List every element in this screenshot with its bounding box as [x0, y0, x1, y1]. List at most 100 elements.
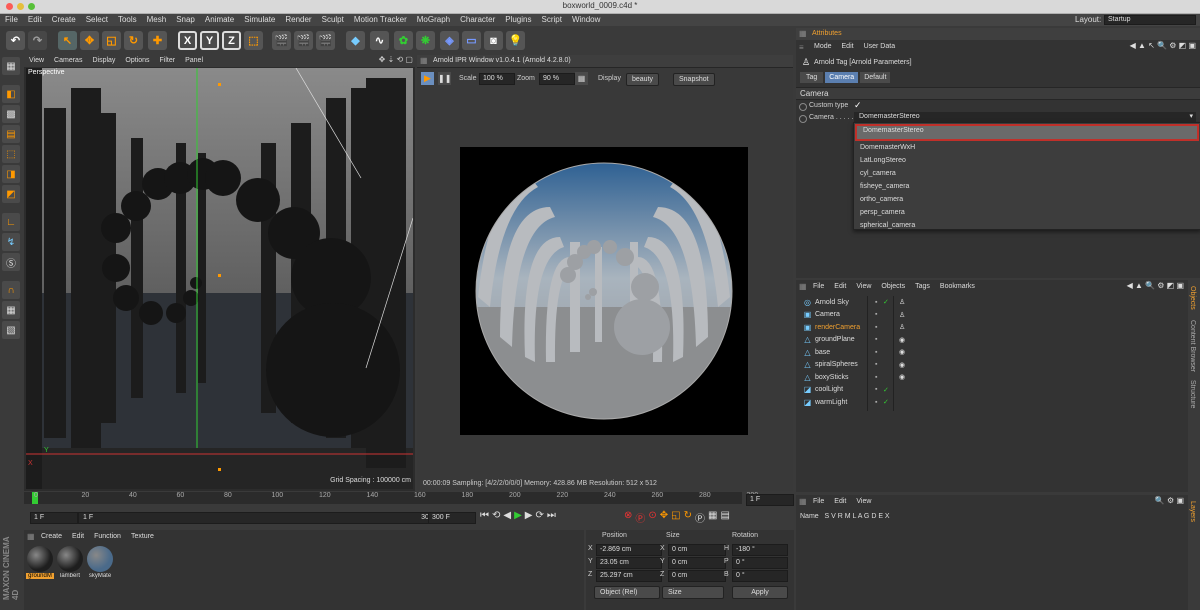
material-lambert[interactable]: lambert: [56, 545, 84, 579]
attributes-menu-mode[interactable]: Mode: [809, 41, 837, 53]
menu-simulate[interactable]: Simulate: [239, 14, 280, 26]
visibility-icon[interactable]: ▪: [875, 311, 883, 318]
visibility-icon[interactable]: ▪: [875, 349, 883, 356]
object-row-boxysticks[interactable]: △ boxySticks ▪ ◉: [800, 371, 1184, 384]
custom-type-checkbox[interactable]: ✓: [854, 100, 862, 111]
menu-script[interactable]: Script: [536, 14, 566, 26]
object-row-camera[interactable]: ▣ Camera ▪ ♙: [800, 309, 1184, 322]
deformer-icon[interactable]: ◈: [440, 31, 459, 50]
menu-snap[interactable]: Snap: [171, 14, 200, 26]
coord-mode-select[interactable]: Object (Rel): [594, 586, 660, 599]
apply-button[interactable]: Apply: [732, 586, 788, 599]
tweak-mode-icon[interactable]: ↯: [2, 233, 20, 251]
coord-rotation-b[interactable]: 0 °: [732, 570, 788, 582]
x-axis-icon[interactable]: X: [178, 31, 197, 50]
materials-menu-function[interactable]: Function: [89, 531, 126, 543]
coordinate-system-icon[interactable]: ⬚: [244, 31, 263, 50]
materials-menu-texture[interactable]: Texture: [126, 531, 159, 543]
visibility-icon[interactable]: ▪: [875, 324, 883, 331]
viewport-menu-panel[interactable]: Panel: [180, 55, 208, 67]
coord-size-y[interactable]: 0 cm: [668, 557, 726, 569]
timeline[interactable]: 0204060801001201401601802002202402602803…: [24, 492, 758, 504]
camera-radio[interactable]: [799, 115, 807, 123]
menu-create[interactable]: Create: [47, 14, 81, 26]
redo-icon[interactable]: ↷: [28, 31, 47, 50]
custom-type-radio[interactable]: [799, 103, 807, 111]
end-frame-field[interactable]: 300 F: [428, 512, 476, 524]
materials-grip-icon[interactable]: ▦: [27, 532, 35, 541]
visibility-icon[interactable]: ▪: [875, 386, 883, 393]
object-row-rendercamera[interactable]: ▣ renderCamera ▪ ♙: [800, 321, 1184, 334]
keyframe-selection-icon[interactable]: ⊙: [648, 510, 656, 525]
visibility-icon[interactable]: ▪: [875, 336, 883, 343]
layers-grip-icon[interactable]: ▦: [799, 497, 807, 506]
layers-menu-view[interactable]: View: [851, 496, 876, 508]
subdivision-icon[interactable]: ✿: [394, 31, 413, 50]
tab-camera[interactable]: Camera: [825, 72, 859, 83]
viewport-menu-view[interactable]: View: [24, 55, 49, 67]
ipr-display-select[interactable]: beauty: [626, 73, 660, 86]
points-mode-icon[interactable]: ⬚: [2, 145, 20, 163]
camera-select[interactable]: DomemasterStereo ▾: [854, 112, 1196, 122]
visibility-icon[interactable]: ▪: [875, 361, 883, 368]
ipr-zoom-field[interactable]: 90 %: [539, 73, 575, 85]
point-level-icon[interactable]: ▦: [708, 510, 717, 525]
menu-character[interactable]: Character: [455, 14, 500, 26]
coord-rotation-p[interactable]: 0 °: [732, 557, 788, 569]
make-editable-icon[interactable]: ▦: [2, 57, 20, 75]
viewport-nav-icons[interactable]: ✥ ⇣ ⟲ ▢: [379, 55, 413, 64]
camera-option-domemasterstereo[interactable]: DomemasterStereo: [855, 124, 1199, 141]
model-mode-icon[interactable]: ◧: [2, 85, 20, 103]
material-groundm[interactable]: groundM: [26, 545, 54, 579]
previous-frame-icon[interactable]: ◀: [503, 510, 511, 521]
menu-motion-tracker[interactable]: Motion Tracker: [349, 14, 412, 26]
object-row-arnold-sky[interactable]: ◎ Arnold Sky ▪ ✓ ♙: [800, 296, 1184, 309]
object-tag-icon[interactable]: ◉: [899, 373, 911, 381]
viewport-menu-display[interactable]: Display: [87, 55, 120, 67]
camera-option-latlongstereo[interactable]: LatLongStereo: [854, 154, 1200, 167]
scale-icon[interactable]: ◱: [102, 31, 121, 50]
object-tag-icon[interactable]: ♙: [899, 298, 911, 306]
materials-menu-edit[interactable]: Edit: [67, 531, 89, 543]
side-tab-content-browser[interactable]: Content Browser: [1189, 320, 1196, 372]
light-icon[interactable]: 💡: [506, 31, 525, 50]
coord-size-z[interactable]: 0 cm: [668, 570, 726, 582]
object-row-coollight[interactable]: ◪ coolLight ▪ ✓: [800, 384, 1184, 397]
materials-menu-create[interactable]: Create: [36, 531, 67, 543]
scale-key-icon[interactable]: ◱: [671, 510, 680, 525]
menu-render[interactable]: Render: [280, 14, 316, 26]
enabled-check-icon[interactable]: ✓: [883, 298, 893, 306]
menu-sculpt[interactable]: Sculpt: [317, 14, 349, 26]
menu-file[interactable]: File: [0, 14, 23, 26]
objects-menu-file[interactable]: File: [808, 281, 829, 293]
snap-icon[interactable]: Ⓢ: [2, 253, 20, 271]
side-tab-objects[interactable]: Objects: [1189, 286, 1196, 310]
undo-icon[interactable]: ↶: [6, 31, 25, 50]
object-tag-icon[interactable]: ◉: [899, 336, 911, 344]
objects-grip-icon[interactable]: ▦: [799, 282, 807, 291]
objects-menu-view[interactable]: View: [851, 281, 876, 293]
position-key-icon[interactable]: ✥: [660, 510, 668, 525]
viewport-menu-filter[interactable]: Filter: [155, 55, 181, 67]
objects-menu-objects[interactable]: Objects: [876, 281, 910, 293]
pen-spline-icon[interactable]: ∿: [370, 31, 389, 50]
camera-option-fisheye-camera[interactable]: fisheye_camera: [854, 180, 1200, 193]
move-icon[interactable]: ✥: [80, 31, 99, 50]
parameter-key-icon[interactable]: Ⓟ: [695, 510, 705, 525]
visibility-icon[interactable]: ▪: [875, 374, 883, 381]
render-view-icon[interactable]: 🎬: [272, 31, 291, 50]
layers-nav-icons[interactable]: 🔍 ⚙ ▣: [1155, 496, 1184, 505]
side-tab-layers[interactable]: Layers: [1189, 501, 1196, 522]
coord-rotation-h[interactable]: -180 °: [732, 544, 788, 556]
polygons-mode-icon[interactable]: ◩: [2, 185, 20, 203]
camera-option-domemasterwxh[interactable]: DomemasterWxH: [854, 141, 1200, 154]
material-skymate[interactable]: skyMate: [86, 545, 114, 579]
enabled-check-icon[interactable]: ✓: [883, 386, 893, 394]
object-row-spiralspheres[interactable]: △ spiralSpheres ▪ ◉: [800, 359, 1184, 372]
timeline-window-icon[interactable]: ▤: [720, 510, 729, 525]
coord-position-z[interactable]: 25.297 cm: [596, 570, 662, 582]
object-tag-icon[interactable]: ♙: [899, 323, 911, 331]
menu-mesh[interactable]: Mesh: [142, 14, 172, 26]
live-selection-icon[interactable]: ↖: [58, 31, 77, 50]
locked-workplane-icon[interactable]: ▧: [2, 321, 20, 339]
